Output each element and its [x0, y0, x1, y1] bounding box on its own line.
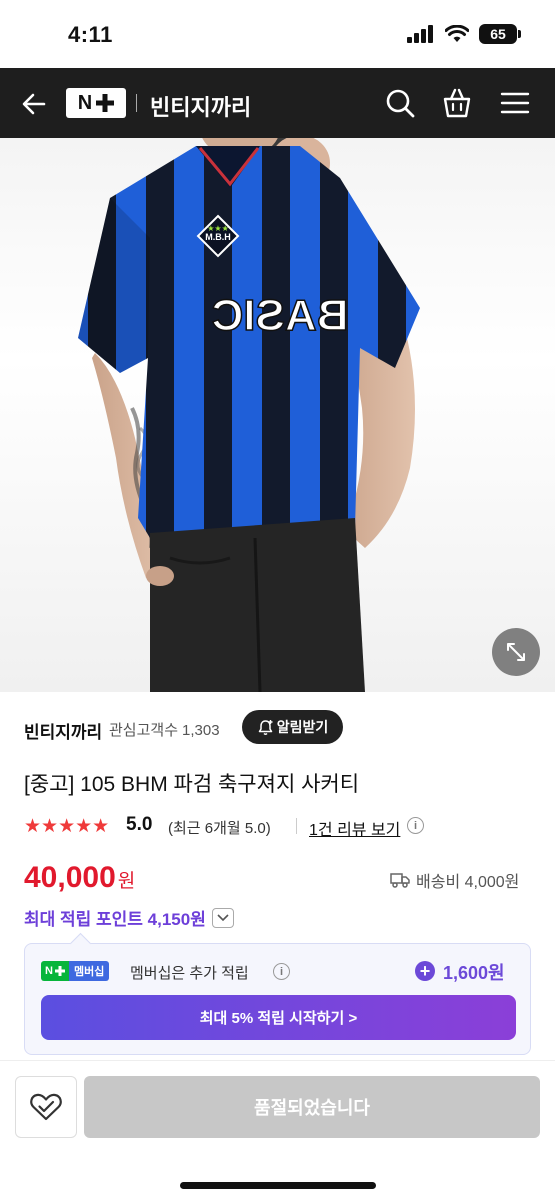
alert-button[interactable]: 알림받기 [242, 710, 343, 744]
truck-icon [390, 873, 410, 888]
status-time: 4:11 [68, 22, 113, 47]
followers-label: 관심고객수 [109, 722, 179, 739]
svg-text:★★★: ★★★ [207, 224, 229, 233]
battery-indicator: 65 [479, 24, 521, 44]
wifi-icon [445, 25, 469, 42]
price-unit: 원 [117, 871, 136, 892]
store-title[interactable]: 빈티지까리 [150, 90, 251, 122]
back-arrow-icon[interactable] [18, 88, 50, 120]
shipping-label: 배송비 4,000원 [416, 874, 520, 891]
product-image[interactable]: M.B.H ★★★ BASIC [0, 138, 555, 692]
review-link[interactable]: 1건 리뷰 보기 [309, 816, 400, 840]
status-bar: 4:11 65 [0, 0, 555, 68]
shirt-text: BASIC [212, 291, 349, 340]
signal-icon [407, 25, 433, 43]
plus-icon [96, 94, 115, 112]
expand-image-button[interactable] [492, 628, 540, 676]
wishlist-button[interactable] [15, 1076, 77, 1138]
info-icon[interactable]: i [273, 963, 290, 980]
nplus-logo[interactable]: N [66, 88, 126, 118]
rating-stars: ★★★★★ [24, 816, 110, 837]
membership-points: 1,600원 [443, 963, 505, 983]
expand-icon [507, 643, 525, 661]
product-photo: M.B.H ★★★ BASIC [78, 138, 420, 692]
badge-n-part: N [41, 961, 69, 981]
search-icon[interactable] [384, 87, 416, 119]
info-icon[interactable]: i [407, 817, 424, 834]
chevron-down-icon[interactable] [211, 907, 234, 928]
nav-bar: N 빈티지까리 [0, 68, 555, 138]
max-points-label: 최대 적립 포인트 4,150원 [24, 910, 206, 929]
plus-circle-icon: + [415, 961, 435, 981]
menu-icon[interactable] [499, 87, 531, 119]
rating-divider [296, 818, 297, 834]
price-amount: 40,000 [24, 861, 116, 894]
soldout-button: 품절되었습니다 [84, 1076, 540, 1138]
followers-info: 관심고객수 1,303 [109, 719, 220, 740]
rating-recent: (최근 6개월 5.0) [168, 820, 271, 837]
plus-icon [54, 966, 65, 976]
shopping-bag-icon[interactable] [441, 87, 473, 119]
shipping-info: 배송비 4,000원 [390, 868, 519, 892]
nav-divider [136, 94, 137, 112]
followers-count: 1,303 [182, 722, 220, 739]
nplus-membership-badge: N 멤버십 [41, 961, 110, 981]
heart-check-icon [30, 1093, 62, 1121]
price: 40,000 원 [24, 861, 135, 895]
badge-text: M.B.H [205, 232, 231, 242]
product-title: [중고] 105 BHM 파검 축구져지 사커티 [24, 773, 360, 796]
bottom-bar: 품절되었습니다 [0, 1060, 555, 1200]
membership-cta-button[interactable]: 최대 5% 적립 시작하기 > [41, 995, 516, 1040]
alert-button-label: 알림받기 [276, 719, 329, 735]
membership-text: 멤버십은 추가 적립 [130, 965, 249, 982]
store-name[interactable]: 빈티지까리 [24, 718, 102, 743]
home-indicator [180, 1182, 376, 1189]
nplus-logo-n: N [77, 91, 93, 114]
badge-membership-label: 멤버십 [68, 961, 110, 981]
membership-box: N 멤버십 멤버십은 추가 적립 i + 1,600원 최대 5% 적립 시작하… [24, 943, 531, 1055]
bell-plus-icon [258, 719, 273, 735]
rating-score: 5.0 [126, 814, 153, 835]
status-icons: 65 [407, 24, 521, 44]
max-points[interactable]: 최대 적립 포인트 4,150원 [24, 905, 234, 930]
